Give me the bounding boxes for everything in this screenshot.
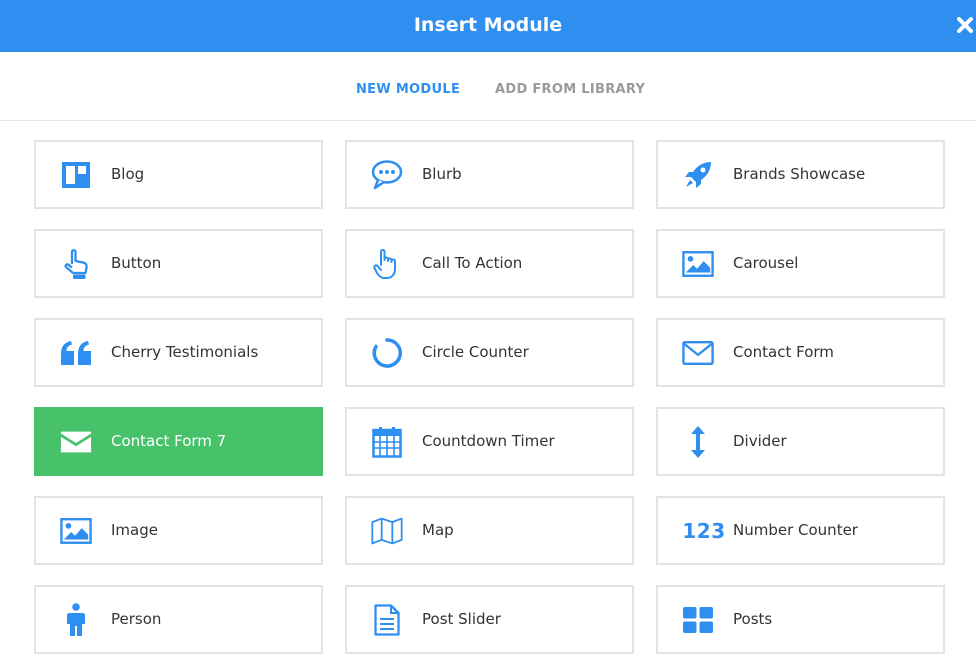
pointing-hand-icon <box>60 248 92 280</box>
module-card-image[interactable]: Image <box>34 496 323 565</box>
envelope-icon <box>60 426 92 458</box>
close-icon[interactable] <box>957 17 973 33</box>
module-label: Map <box>422 521 454 539</box>
module-card-circle-counter[interactable]: Circle Counter <box>345 318 634 387</box>
picture-icon <box>60 515 92 547</box>
module-card-button[interactable]: Button <box>34 229 323 298</box>
module-label: Divider <box>733 432 787 450</box>
module-card-posts[interactable]: Posts <box>656 585 945 654</box>
envelope-outline-icon <box>682 337 714 369</box>
module-card-contact-form[interactable]: Contact Form <box>656 318 945 387</box>
document-icon <box>371 603 403 636</box>
module-card-brands-showcase[interactable]: Brands Showcase <box>656 140 945 209</box>
module-card-blog[interactable]: Blog <box>34 140 323 209</box>
vertical-arrows-icon <box>682 425 714 458</box>
module-card-divider[interactable]: Divider <box>656 407 945 476</box>
module-card-blurb[interactable]: Blurb <box>345 140 634 209</box>
module-label: Circle Counter <box>422 343 529 361</box>
module-card-person[interactable]: Person <box>34 585 323 654</box>
blog-layout-icon <box>60 159 92 191</box>
module-label: Posts <box>733 610 773 628</box>
module-grid: Blog Blurb Brands Showcase Button Call T… <box>34 140 945 654</box>
number-icon: 123 <box>682 518 726 543</box>
speech-bubble-icon <box>371 159 403 191</box>
module-card-number-counter[interactable]: 123 Number Counter <box>656 496 945 565</box>
module-label: Blog <box>111 165 145 183</box>
module-label: Brands Showcase <box>733 165 866 183</box>
module-card-cherry-testimonials[interactable]: Cherry Testimonials <box>34 318 323 387</box>
tab-add-from-library[interactable]: ADD FROM LIBRARY <box>495 82 645 97</box>
modal-header: Insert Module <box>0 0 976 52</box>
modal-title: Insert Module <box>413 14 563 36</box>
module-label: Image <box>111 521 158 539</box>
module-card-map[interactable]: Map <box>345 496 634 565</box>
picture-icon <box>682 248 714 280</box>
module-label: Blurb <box>422 165 462 183</box>
module-label: Person <box>111 610 162 628</box>
module-card-post-slider[interactable]: Post Slider <box>345 585 634 654</box>
module-label: Carousel <box>733 254 799 272</box>
calendar-icon <box>371 426 403 458</box>
module-label: Contact Form 7 <box>111 432 227 450</box>
module-card-call-to-action[interactable]: Call To Action <box>345 229 634 298</box>
grid-icon <box>682 604 714 636</box>
person-icon <box>60 602 92 636</box>
module-label: Number Counter <box>733 521 858 539</box>
tab-new-module[interactable]: NEW MODULE <box>356 82 460 97</box>
module-label: Post Slider <box>422 610 501 628</box>
module-card-contact-form-7[interactable]: Contact Form 7 <box>34 407 323 476</box>
map-icon <box>371 515 403 547</box>
hand-outline-icon <box>371 248 403 280</box>
module-label: Contact Form <box>733 343 834 361</box>
tabs-bar: NEW MODULE ADD FROM LIBRARY <box>0 52 976 121</box>
module-card-countdown-timer[interactable]: Countdown Timer <box>345 407 634 476</box>
quote-icon <box>60 337 92 369</box>
module-label: Button <box>111 254 162 272</box>
circle-progress-icon <box>371 337 403 369</box>
rocket-icon <box>682 159 714 191</box>
module-label: Countdown Timer <box>422 432 555 450</box>
module-label: Cherry Testimonials <box>111 343 259 361</box>
module-label: Call To Action <box>422 254 523 272</box>
module-card-carousel[interactable]: Carousel <box>656 229 945 298</box>
